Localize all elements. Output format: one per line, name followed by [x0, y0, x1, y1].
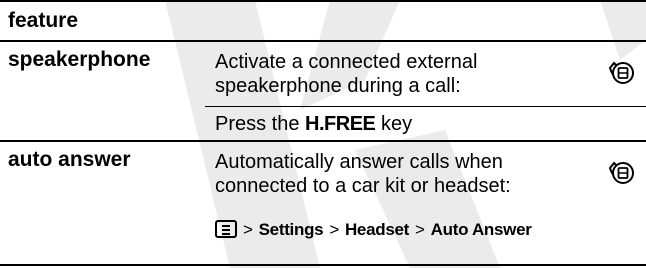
instruction-prefix: Press the — [215, 113, 306, 135]
feature-description: Activate a connected external speakerpho… — [215, 51, 478, 97]
instruction-suffix: key — [375, 113, 413, 135]
path-item-settings: Settings — [258, 220, 324, 239]
header-label: feature — [8, 9, 79, 32]
path-item-headset: Headset — [344, 220, 409, 239]
feature-name: speakerphone — [8, 48, 151, 71]
path-separator: > — [329, 220, 339, 239]
path-separator: > — [243, 220, 253, 239]
feature-description: Automatically answer calls when connecte… — [215, 151, 511, 197]
feature-name: auto answer — [8, 148, 131, 171]
path-separator: > — [415, 220, 425, 239]
feature-table: feature speakerphone Activate a connecte… — [0, 0, 646, 268]
path-item-auto-answer: Auto Answer — [430, 220, 532, 239]
menu-path: > Settings > Headset > Auto Answer — [215, 218, 585, 242]
menu-key-icon — [215, 220, 237, 238]
hfree-key-label: H.FREE — [305, 113, 376, 135]
table-header: feature — [0, 0, 646, 42]
optional-feature-icon — [608, 61, 634, 84]
optional-feature-icon — [608, 161, 634, 184]
instruction-line: Press the H.FREE key — [215, 112, 585, 136]
